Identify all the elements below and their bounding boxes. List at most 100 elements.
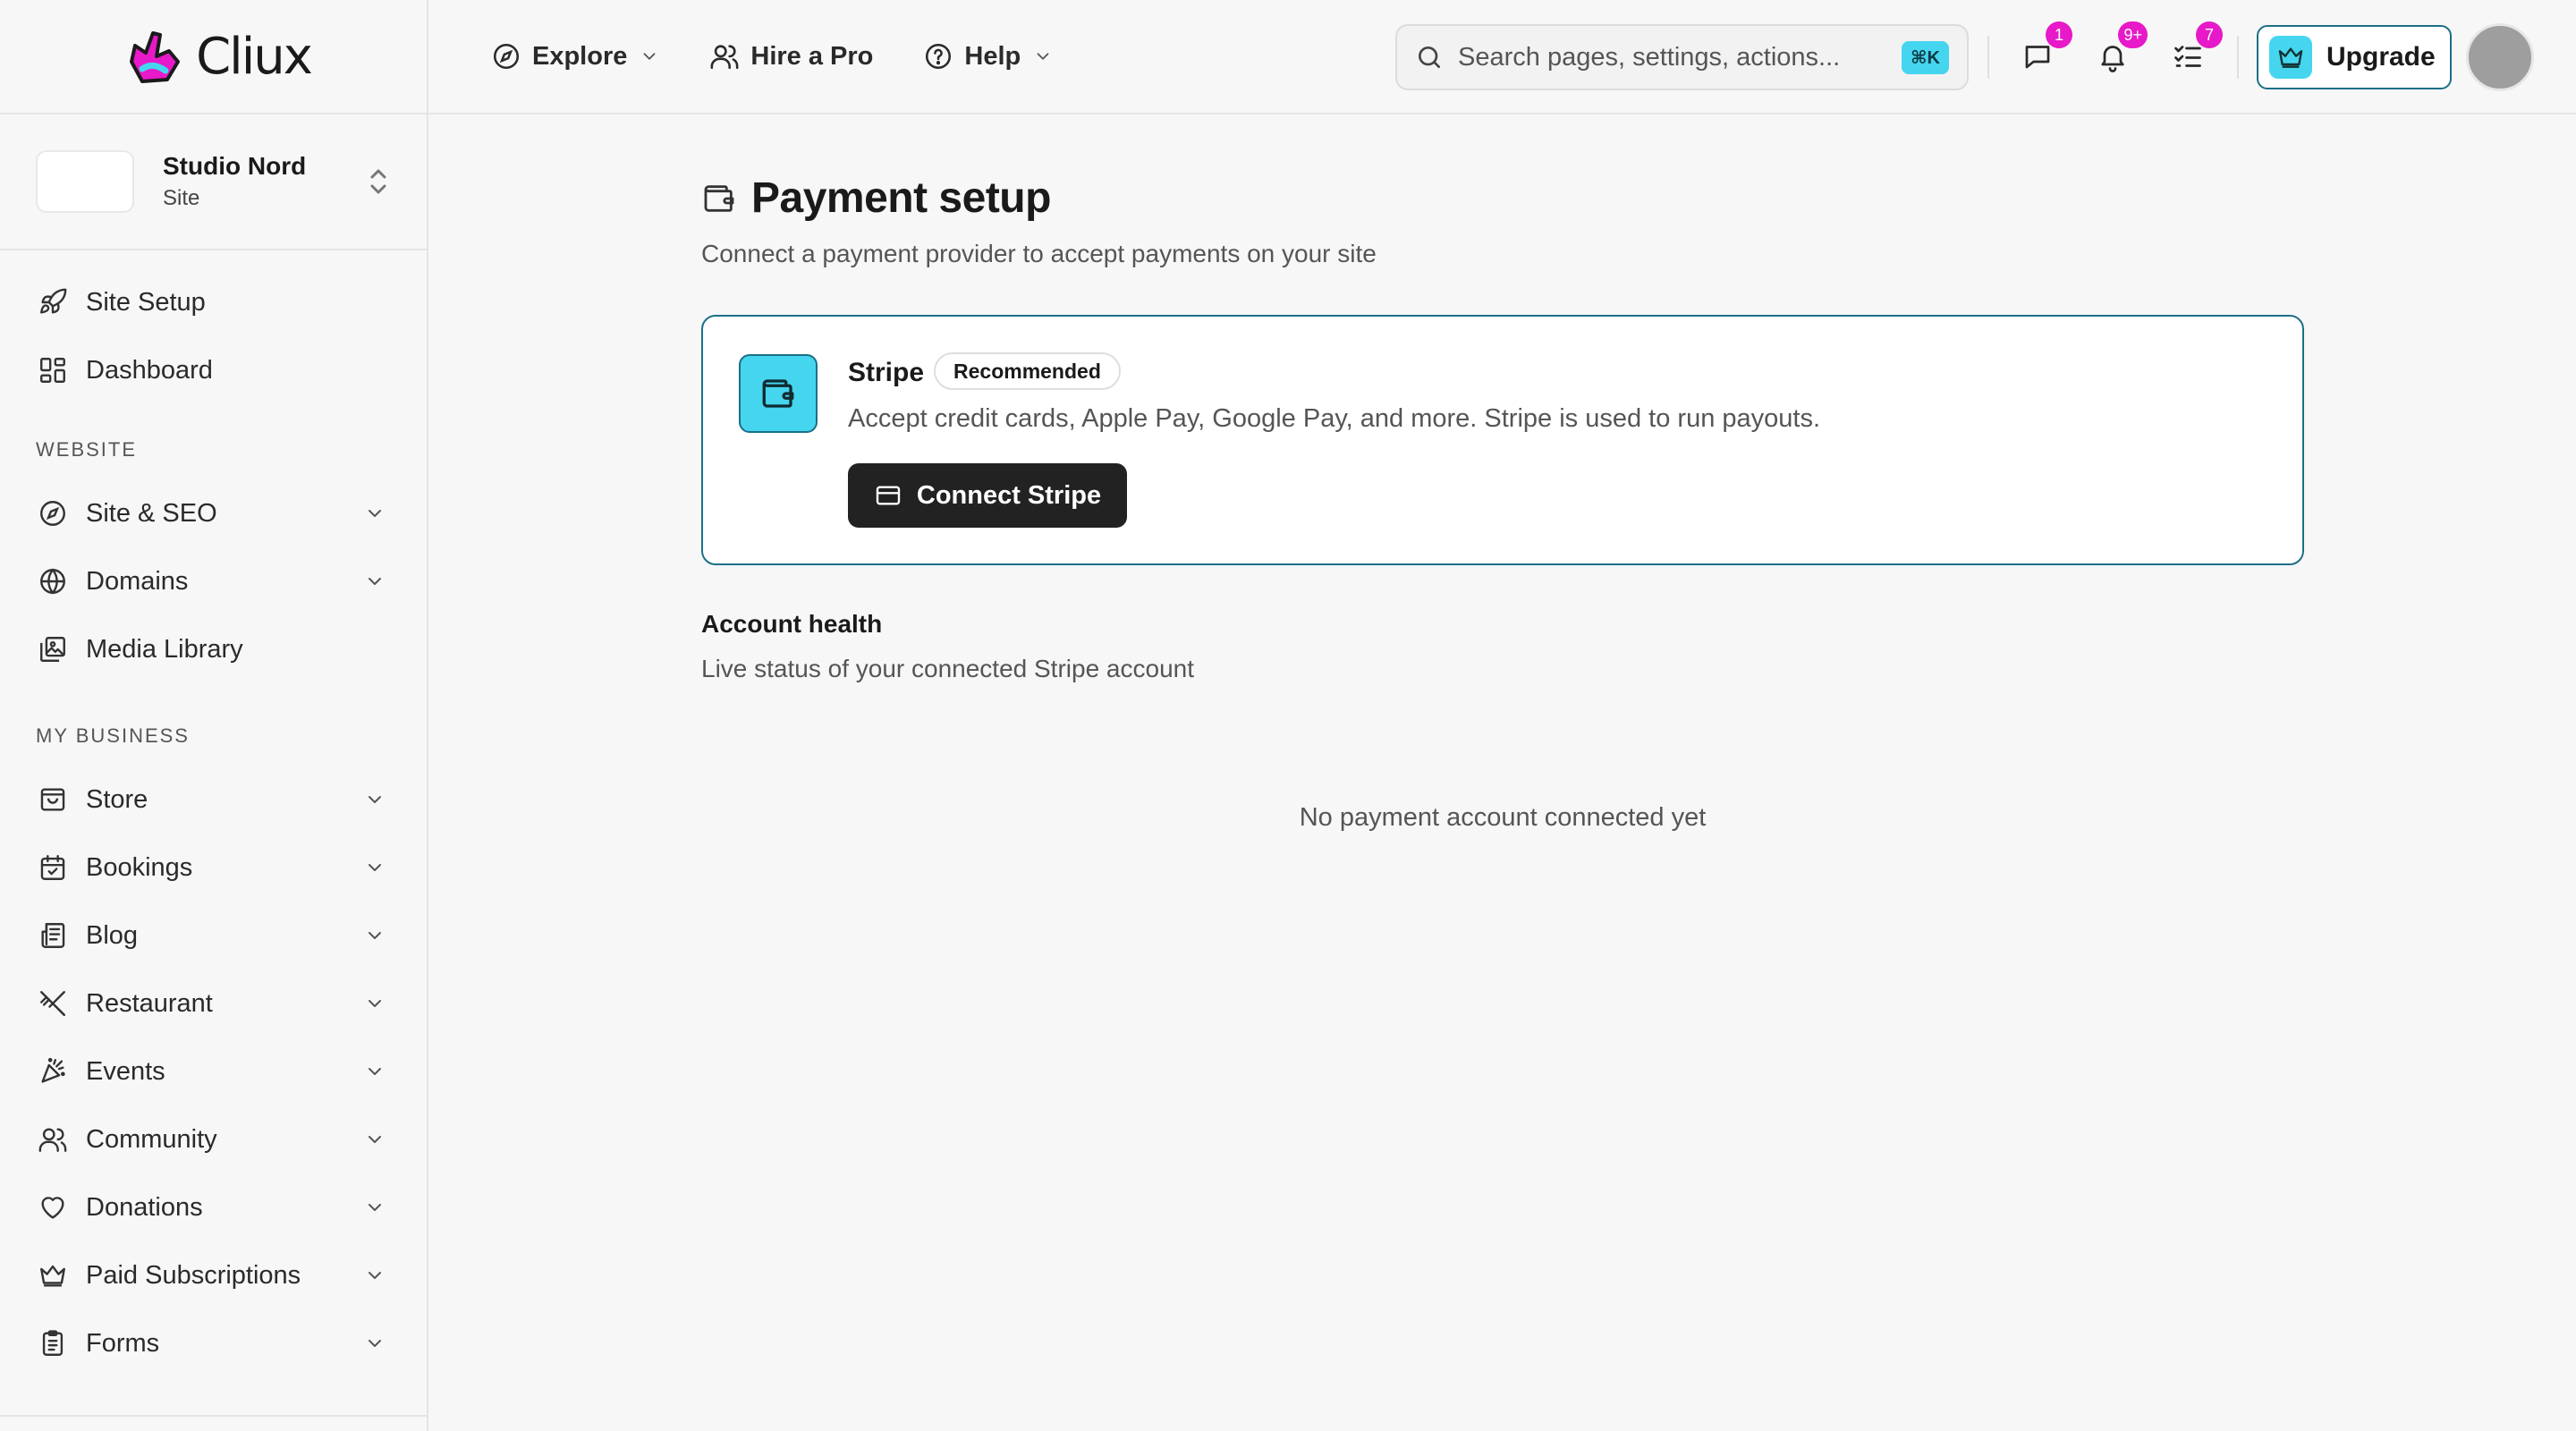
sidebar-item-label: Site Setup [86,287,206,317]
sidebar-item-blog[interactable]: Blog [0,902,427,970]
provider-name: Stripe [848,358,925,387]
wallet-icon [704,184,734,212]
chevron-down-icon [369,796,381,803]
chevron-down-icon [369,864,381,871]
site-switcher[interactable]: Studio Nord Site [0,114,427,250]
party-popper-icon [41,1057,65,1083]
tasks-badge: 7 [2196,21,2223,48]
sidebar-item-label: Blog [86,920,139,950]
users-icon [710,45,739,70]
notifications-badge: 9+ [2118,21,2148,48]
topbar: Explore Hire a Pro Help ⌘K 1 9+ 7 [428,0,2576,114]
recommended-badge: Recommended [934,352,1121,390]
search-input[interactable] [1458,42,1902,72]
rocket-icon [40,288,67,314]
divider [1987,36,1989,79]
upgrade-button[interactable]: Upgrade [2257,25,2452,89]
sidebar-item-forms[interactable]: Forms [0,1309,427,1377]
sidebar-item-label: Forms [86,1328,160,1358]
upgrade-label: Upgrade [2326,42,2436,72]
sidebar-item-site-setup[interactable]: Site Setup [0,268,427,336]
section-heading-website: WEBSITE [36,438,138,461]
sidebar-item-label: Store [86,784,148,814]
sidebar-item-dashboard[interactable]: Dashboard [0,336,427,404]
calendar-icon [40,855,65,880]
chevron-down-icon [369,1136,381,1143]
site-type: Site [163,186,200,210]
chevron-down-icon [369,1068,381,1075]
keyboard-shortcut-badge: ⌘K [1902,40,1949,74]
clipboard-icon [42,1330,64,1356]
sidebar-item-label: Media Library [86,634,243,664]
sidebar-item-label: Bookings [86,852,193,882]
globe-icon [40,568,65,595]
page-header: Payment setup [701,174,1051,223]
sidebar-item-store[interactable]: Store [0,766,427,834]
chevron-down-icon [369,1340,381,1347]
sidebar-item-media-library[interactable]: Media Library [0,615,427,683]
nav-help-label: Help [964,41,1021,71]
tasks-button[interactable]: 7 [2165,21,2223,79]
page-title: Payment setup [751,174,1051,222]
shopping-bag-icon [40,788,65,811]
provider-icon [739,354,818,433]
chevron-up-down-icon [370,169,386,194]
sidebar-item-label: Paid Subscriptions [86,1260,301,1290]
sidebar-item-community[interactable]: Community [0,1105,427,1173]
image-gallery-icon [40,637,65,662]
nav-explore[interactable]: Explore [491,41,659,72]
sidebar-item-label: Donations [86,1192,203,1222]
sidebar-item-paid-subscriptions[interactable]: Paid Subscriptions [0,1241,427,1309]
sidebar-item-label: Events [86,1056,165,1086]
chevron-down-icon [369,932,381,939]
connect-stripe-label: Connect Stripe [916,480,1102,510]
heart-icon [41,1197,64,1219]
sidebar-item-domains[interactable]: Domains [0,547,427,615]
section-heading-my-business: MY BUSINESS [36,724,190,747]
chevron-down-icon [369,1000,381,1007]
nav-hire-a-pro[interactable]: Hire a Pro [709,41,873,72]
page-subtitle: Connect a payment provider to accept pay… [701,240,1377,267]
connect-stripe-button[interactable]: Connect Stripe [848,463,1127,528]
divider [0,1415,427,1417]
provider-card-stripe: Stripe Recommended Accept credit cards, … [701,315,2304,565]
nav-explore-label: Explore [532,41,628,71]
compass-icon [493,43,520,70]
brand-name: Cliux [196,27,313,86]
sidebar-item-site-seo[interactable]: Site & SEO [0,479,427,547]
search-icon [1419,47,1440,68]
sidebar-item-label: Community [86,1124,217,1154]
chevron-down-icon [369,578,381,585]
chevron-down-icon [369,1204,381,1211]
site-name: Studio Nord [163,152,307,180]
users-icon [38,1128,67,1152]
avatar[interactable] [2466,23,2534,91]
chevron-down-icon [643,53,656,60]
wallet-icon [762,379,794,408]
global-search[interactable]: ⌘K [1395,24,1969,90]
nav-help[interactable]: Help [923,41,1053,72]
crown-icon [2278,47,2303,68]
checklist-icon [2174,46,2201,67]
chevron-down-icon [369,510,381,517]
sidebar-item-events[interactable]: Events [0,1037,427,1105]
sidebar-item-donations[interactable]: Donations [0,1173,427,1241]
chevron-down-icon [369,1272,381,1279]
chat-icon [2025,46,2050,69]
sidebar-item-label: Site & SEO [86,498,217,528]
provider-description: Accept credit cards, Apple Pay, Google P… [848,404,1821,433]
crown-icon [40,1265,65,1287]
sidebar-item-label: Domains [86,566,189,596]
chevron-down-icon [1037,53,1049,60]
brand-logo[interactable]: Cliux [0,0,427,114]
sidebar-item-bookings[interactable]: Bookings [0,834,427,902]
sidebar-item-restaurant[interactable]: Restaurant [0,970,427,1037]
notifications-button[interactable]: 9+ [2090,21,2148,79]
site-thumbnail [36,150,134,213]
messages-badge: 1 [2046,21,2072,48]
divider [2237,36,2239,79]
newspaper-icon [41,923,65,948]
sidebar-item-label: Dashboard [86,355,213,385]
messages-button[interactable]: 1 [2015,21,2072,79]
help-circle-icon [926,43,952,70]
